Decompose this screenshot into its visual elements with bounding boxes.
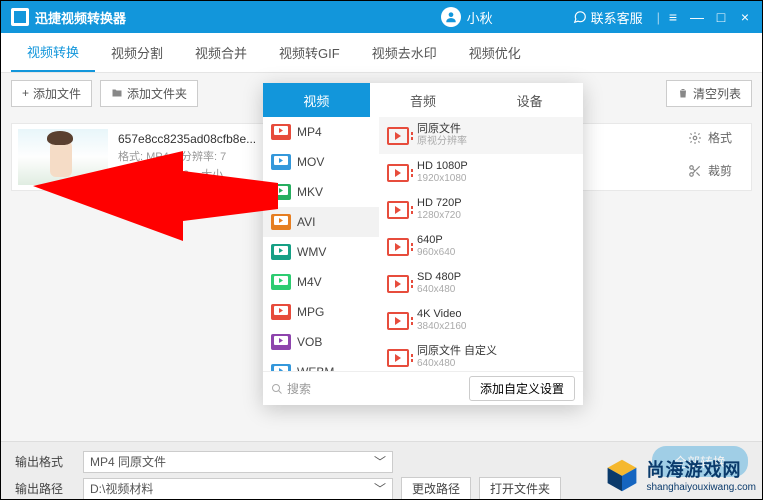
- trash-icon: [677, 87, 689, 99]
- contact-label: 联系客服: [591, 8, 643, 27]
- resolution-item-5[interactable]: 4K Video3840x2160: [379, 302, 583, 339]
- popup-tab-2[interactable]: 设备: [476, 83, 583, 117]
- resolution-item-6[interactable]: 同原文件 自定义640x480: [379, 339, 583, 371]
- chat-icon: [573, 10, 587, 24]
- format-item-webm[interactable]: WEBM: [263, 357, 379, 371]
- user-avatar-icon: [441, 7, 461, 27]
- film-icon: [387, 238, 409, 256]
- format-label: WMV: [297, 245, 326, 259]
- film-icon: [387, 164, 409, 182]
- format-icon: [271, 184, 291, 200]
- titlebar: 迅捷视频转换器 小秋 联系客服 | ≡ — □ ×: [1, 1, 762, 33]
- format-label: AVI: [297, 215, 315, 229]
- format-item-mpg[interactable]: MPG: [263, 297, 379, 327]
- format-label: MPG: [297, 305, 324, 319]
- contact-support[interactable]: 联系客服: [573, 8, 643, 27]
- format-search-input[interactable]: 搜索: [271, 380, 461, 397]
- popup-tab-0[interactable]: 视频: [263, 83, 370, 117]
- add-folder-button[interactable]: 添加文件夹: [100, 80, 198, 107]
- main-tab-1[interactable]: 视频分割: [95, 33, 179, 72]
- open-folder-button[interactable]: 打开文件夹: [479, 477, 561, 500]
- main-tab-3[interactable]: 视频转GIF: [263, 33, 356, 72]
- format-item-m4v[interactable]: M4V: [263, 267, 379, 297]
- crop-tool[interactable]: 裁剪: [688, 162, 732, 179]
- film-icon: [387, 275, 409, 293]
- folder-icon: [111, 87, 123, 99]
- film-icon: [387, 201, 409, 219]
- format-icon: [271, 304, 291, 320]
- format-item-mkv[interactable]: MKV: [263, 177, 379, 207]
- format-icon: [271, 244, 291, 260]
- format-popup: 视频音频设备 MP4 MOV MKV AVI WMV M4V MPG VOB WEBM 同原文件…: [263, 83, 583, 405]
- main-tab-5[interactable]: 视频优化: [453, 33, 537, 72]
- format-icon: [271, 154, 291, 170]
- maximize-icon[interactable]: □: [714, 10, 728, 24]
- plus-icon: +: [22, 86, 29, 100]
- format-item-wmv[interactable]: WMV: [263, 237, 379, 267]
- convert-all-button[interactable]: 全部转换: [652, 446, 748, 477]
- popup-tabs: 视频音频设备: [263, 83, 583, 117]
- resolution-item-0[interactable]: 同原文件原视分辨率: [379, 117, 583, 154]
- resolution-list: 同原文件原视分辨率HD 1080P1920x1080HD 720P1280x72…: [379, 117, 583, 371]
- main-tab-0[interactable]: 视频转换: [11, 33, 95, 72]
- format-item-mov[interactable]: MOV: [263, 147, 379, 177]
- popup-tab-1[interactable]: 音频: [370, 83, 477, 117]
- resolution-item-4[interactable]: SD 480P640x480: [379, 265, 583, 302]
- output-path-field[interactable]: D:\视频材料 ﹀: [83, 478, 393, 500]
- format-item-vob[interactable]: VOB: [263, 327, 379, 357]
- main-tab-4[interactable]: 视频去水印: [356, 33, 453, 72]
- main-tab-2[interactable]: 视频合并: [179, 33, 263, 72]
- format-label: VOB: [297, 335, 322, 349]
- search-icon: [271, 383, 283, 395]
- change-path-button[interactable]: 更改路径: [401, 477, 471, 500]
- user-name: 小秋: [467, 8, 493, 27]
- menu-icon[interactable]: ≡: [666, 10, 680, 24]
- file-name: 657e8cc8235ad08cfb8e...: [118, 130, 256, 149]
- minimize-icon[interactable]: —: [690, 10, 704, 24]
- add-custom-button[interactable]: 添加自定义设置: [469, 376, 575, 401]
- film-icon: [387, 349, 409, 367]
- file-thumbnail: [18, 129, 108, 185]
- file-info: 657e8cc8235ad08cfb8e... 格式: MP4 分辨率: 7 时…: [118, 130, 256, 184]
- add-file-button[interactable]: +添加文件: [11, 80, 92, 107]
- format-item-avi[interactable]: AVI: [263, 207, 379, 237]
- scissors-icon: [688, 164, 702, 178]
- output-format-select[interactable]: MP4 同原文件 ﹀: [83, 451, 393, 473]
- app-title: 迅捷视频转换器: [35, 8, 126, 27]
- output-path-label: 输出路径: [15, 480, 75, 497]
- output-format-label: 输出格式: [15, 453, 75, 470]
- item-side-tools: 格式 裁剪: [688, 129, 732, 179]
- format-label: MKV: [297, 185, 323, 199]
- resolution-item-3[interactable]: 640P960x640: [379, 228, 583, 265]
- format-icon: [271, 364, 291, 371]
- format-label: M4V: [297, 275, 322, 289]
- resolution-item-1[interactable]: HD 1080P1920x1080: [379, 154, 583, 191]
- clear-list-button[interactable]: 清空列表: [666, 80, 752, 107]
- format-label: MP4: [297, 125, 322, 139]
- format-icon: [271, 214, 291, 230]
- main-tabs: 视频转换视频分割视频合并视频转GIF视频去水印视频优化: [1, 33, 762, 73]
- format-icon: [271, 124, 291, 140]
- format-label: MOV: [297, 155, 324, 169]
- format-icon: [271, 274, 291, 290]
- format-tool[interactable]: 格式: [688, 129, 732, 146]
- chevron-down-icon: ﹀: [374, 480, 386, 497]
- format-icon: [271, 334, 291, 350]
- close-icon[interactable]: ×: [738, 10, 752, 24]
- film-icon: [387, 312, 409, 330]
- user-account[interactable]: 小秋: [441, 7, 493, 27]
- app-logo-icon: [11, 8, 29, 26]
- chevron-down-icon: ﹀: [374, 453, 386, 470]
- film-icon: [387, 127, 409, 145]
- resolution-item-2[interactable]: HD 720P1280x720: [379, 191, 583, 228]
- format-list: MP4 MOV MKV AVI WMV M4V MPG VOB WEBM: [263, 117, 379, 371]
- footer: 输出格式 MP4 同原文件 ﹀ 全部转换 输出路径 D:\视频材料 ﹀ 更改路径…: [1, 441, 762, 499]
- gear-icon: [688, 131, 702, 145]
